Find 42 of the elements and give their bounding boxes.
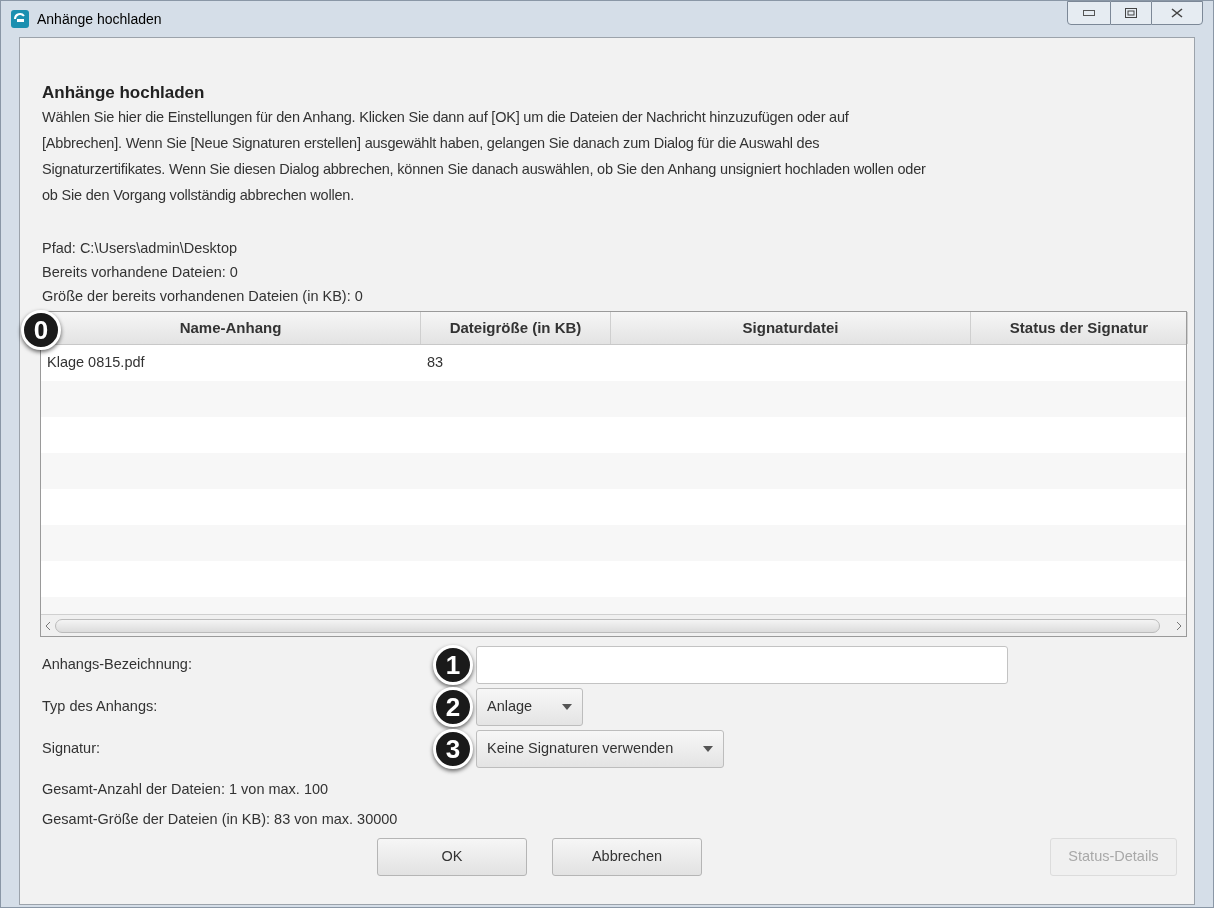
maximize-button[interactable] (1111, 1, 1151, 25)
table-cell-text: Klage 0815.pdf (47, 353, 145, 373)
dropdown[interactable]: Keine Signaturen verwenden (476, 730, 725, 768)
scroll-right-icon[interactable] (1176, 620, 1182, 631)
scrollbar-thumb[interactable] (55, 618, 1160, 633)
restore-icon (1125, 8, 1137, 18)
info-text: Bereits vorhandene Dateien: 0 (42, 263, 239, 282)
caret-icon (562, 704, 573, 710)
text-input-field[interactable] (476, 646, 1008, 684)
column-header[interactable]: Dateigröße (in KB) (449, 316, 582, 340)
column-header[interactable]: Signaturdatei (742, 316, 839, 340)
close-icon (1171, 8, 1183, 18)
field-label: Signatur: (42, 739, 102, 759)
horizontal-scrollbar[interactable] (41, 614, 1186, 636)
dropdown[interactable]: Anlage (476, 688, 584, 726)
summary-text: Gesamt-Größe der Dateien (in KB): 83 von max. 30000 (42, 810, 399, 829)
callout-badge: 2 (433, 687, 473, 727)
summary-text: Gesamt-Anzahl der Dateien: 1 von max. 100 (42, 780, 330, 799)
dialog-button[interactable]: OK (377, 838, 527, 876)
dialog-button[interactable]: Abbrechen (552, 838, 702, 876)
callout-badge: 0 (21, 310, 61, 350)
window-title: Anhänge hochladen (37, 9, 162, 29)
minimize-icon (1083, 10, 1095, 16)
info-text: Pfad: C:\Users\admin\Desktop (42, 239, 239, 258)
scroll-left-icon[interactable] (45, 620, 51, 631)
info-text: Größe der bereits vorhandenen Dateien (in KB): 0 (42, 287, 364, 306)
table-row[interactable] (41, 453, 1186, 489)
table-row[interactable] (41, 381, 1186, 417)
dialog-heading: Anhänge hochladen (42, 82, 206, 104)
table-row[interactable] (41, 525, 1186, 561)
callout-badge: 3 (433, 729, 473, 769)
column-header[interactable]: Name-Anhang (179, 316, 282, 340)
minimize-button[interactable] (1067, 1, 1111, 25)
close-button[interactable] (1151, 1, 1203, 25)
column-header[interactable]: Status der Signatur (1009, 316, 1149, 340)
app-icon (11, 10, 29, 28)
field-label: Anhangs-Bezeichnung: (42, 655, 193, 675)
callout-badge: 1 (433, 645, 473, 685)
caret-icon (703, 746, 714, 752)
table-cell-text: 83 (427, 353, 444, 373)
description-text: Wählen Sie hier die Einstellungen für den Anhang. Klicken Sie dann auf [OK] um die Dateien der Nachricht hinzuzufügen oder auf [Abbrechen]. Wenn Sie [Neue Signaturen erstellen] ausgewählt haben, gelangen Sie danach zum Dialog für die Auswahl des Signaturzertifikates. Wenn Sie diesen Dialog abbrechen, können Sie danach auswählen, ob Sie den Anhang unsigniert hochladen wollen oder ob Sie den Vorgang vollständig abbrechen wollen. (42, 108, 927, 205)
field-label: Typ des Anhangs: (42, 697, 159, 717)
